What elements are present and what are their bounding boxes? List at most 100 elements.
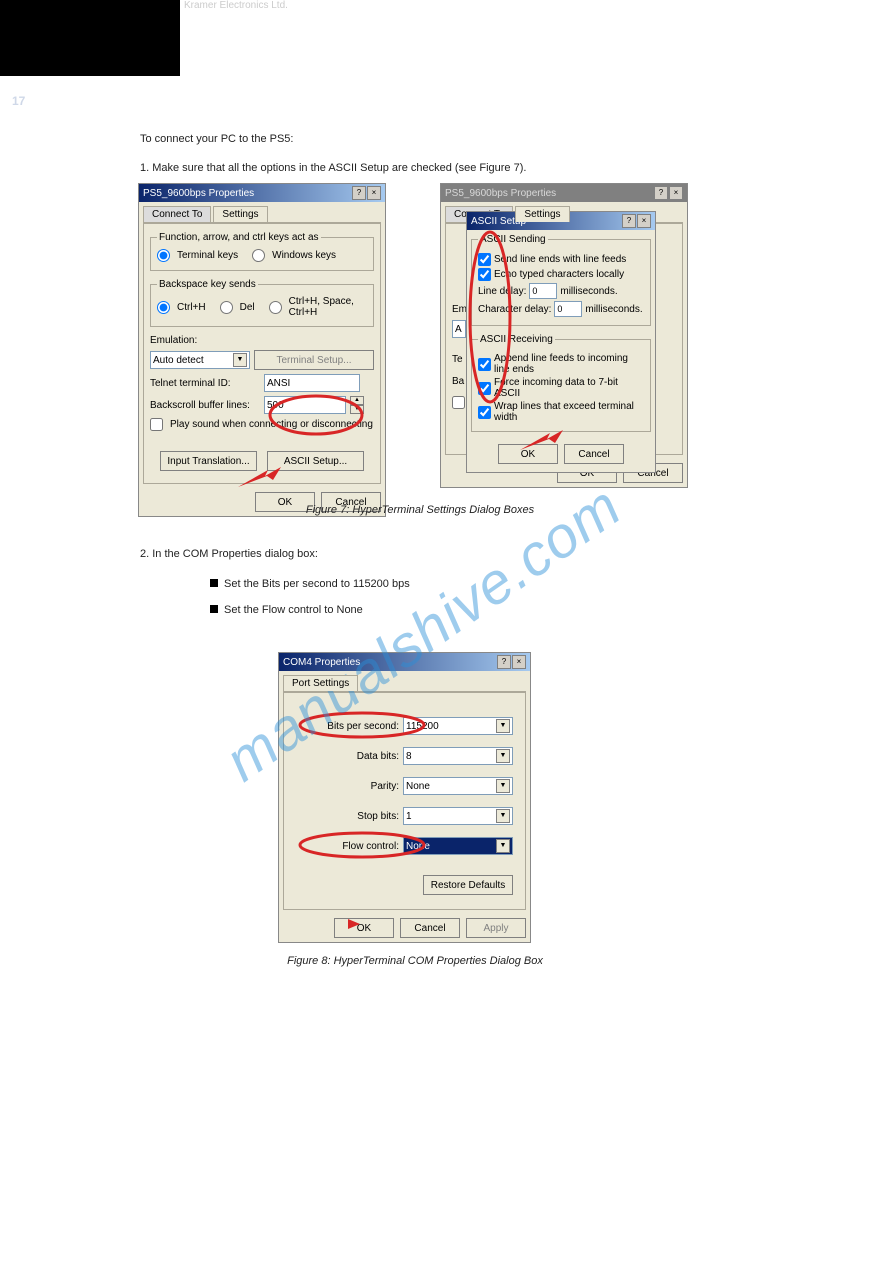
label-windows: Windows keys — [272, 250, 336, 261]
checkbox-echo[interactable] — [478, 268, 491, 281]
emulation-label: Em — [452, 304, 467, 315]
header-black-box — [0, 0, 180, 76]
note-text: Set the Bits per second to 115200 bps — [224, 578, 410, 590]
radio-windows-keys[interactable] — [252, 249, 265, 262]
telnet-label: Te — [452, 354, 463, 365]
label: Play sound when connecting or disconnect… — [170, 419, 373, 430]
char-delay-input[interactable]: 0 — [554, 301, 582, 317]
figure-8-caption: Figure 8: HyperTerminal COM Properties D… — [255, 955, 575, 967]
radio-del[interactable] — [220, 301, 233, 314]
dropdown-icon: ▼ — [496, 719, 510, 733]
dropdown-icon: ▼ — [496, 839, 510, 853]
ascii-setup-button[interactable]: ASCII Setup... — [267, 451, 364, 471]
emulation-label: Emulation: — [150, 335, 260, 346]
radio-ctrlh[interactable] — [157, 301, 170, 314]
step-2b: Set the Bits per second to 115200 bps — [210, 578, 510, 590]
unit: milliseconds. — [560, 286, 617, 297]
close-icon[interactable]: × — [512, 655, 526, 669]
legend: ASCII Sending — [478, 234, 548, 245]
dialog-com-properties: COM4 Properties ?× Port Settings Bits pe… — [278, 652, 531, 943]
label: Wrap lines that exceed terminal width — [494, 401, 644, 423]
legend: Function, arrow, and ctrl keys act as — [157, 232, 321, 243]
char-delay-label: Character delay: — [478, 304, 551, 315]
fieldset-ascii-sending: ASCII Sending Send line ends with line f… — [471, 234, 651, 326]
label: Force incoming data to 7-bit ASCII — [494, 377, 644, 399]
emulation-combo[interactable]: A — [452, 320, 466, 338]
combo-value: None — [406, 841, 430, 852]
combo-value: 8 — [406, 751, 412, 762]
line-delay-label: Line delay: — [478, 286, 526, 297]
terminal-setup-button: Terminal Setup... — [254, 350, 374, 370]
step-2a: 2. In the COM Properties dialog box: — [140, 548, 700, 560]
close-icon[interactable]: × — [669, 186, 683, 200]
checkbox-wrap-lines[interactable] — [478, 406, 491, 419]
fieldset-ascii-receiving: ASCII Receiving Append line feeds to inc… — [471, 334, 651, 432]
cancel-button[interactable]: Cancel — [400, 918, 460, 938]
fieldset-backspace: Backspace key sends Ctrl+H Del Ctrl+H, S… — [150, 279, 374, 327]
buffer-spinner[interactable]: ▲▼ — [350, 396, 364, 414]
restore-defaults-button[interactable]: Restore Defaults — [423, 875, 513, 895]
bits-combo[interactable]: 115200 ▼ — [403, 717, 513, 735]
label: Ctrl+H — [177, 302, 206, 313]
ok-button[interactable]: OK — [498, 444, 558, 464]
checkbox-play-sound[interactable] — [452, 396, 465, 409]
label: Send line ends with line feeds — [494, 254, 626, 265]
bits-label: Bits per second: — [319, 721, 399, 732]
titlebar: PS5_9600bps Properties ?× — [441, 184, 687, 202]
dialog-properties-left: PS5_9600bps Properties ? × Connect To Se… — [138, 183, 386, 517]
label-terminal: Terminal keys — [177, 250, 238, 261]
dropdown-icon: ▼ — [233, 353, 247, 367]
dropdown-icon: ▼ — [496, 779, 510, 793]
dialog-properties-right: PS5_9600bps Properties ?× Connect To Set… — [440, 183, 688, 488]
checkbox-append-lf[interactable] — [478, 358, 491, 371]
tab-port-settings[interactable]: Port Settings — [283, 675, 358, 691]
parity-label: Parity: — [319, 781, 399, 792]
fieldset-function-keys: Function, arrow, and ctrl keys act as Te… — [150, 232, 374, 271]
apply-button: Apply — [466, 918, 526, 938]
tab-settings[interactable]: Settings — [515, 206, 569, 222]
buffer-input[interactable]: 500 — [264, 396, 346, 414]
radio-ctrlh-space[interactable] — [269, 301, 282, 314]
close-icon[interactable]: × — [367, 186, 381, 200]
help-icon[interactable]: ? — [352, 186, 366, 200]
emulation-combo[interactable]: Auto detect ▼ — [150, 351, 250, 369]
checkbox-play-sound[interactable] — [150, 418, 163, 431]
note-text: Set the Flow control to None — [224, 604, 363, 616]
title-text: PS5_9600bps Properties — [143, 188, 254, 199]
dropdown-icon: ▼ — [496, 809, 510, 823]
buffer-label: Backscroll buffer lines: — [150, 400, 260, 411]
ok-button[interactable]: OK — [334, 918, 394, 938]
tab-settings[interactable]: Settings — [213, 206, 267, 222]
intro-line: To connect your PC to the PS5: — [140, 133, 293, 145]
parity-combo[interactable]: None ▼ — [403, 777, 513, 795]
checkbox-force-7bit[interactable] — [478, 382, 491, 395]
telnet-label: Telnet terminal ID: — [150, 378, 260, 389]
help-icon[interactable]: ? — [654, 186, 668, 200]
page-number: 17 — [12, 94, 25, 108]
legend: ASCII Receiving — [478, 334, 555, 345]
flow-combo[interactable]: None ▼ — [403, 837, 513, 855]
label: Append line feeds to incoming line ends — [494, 353, 644, 375]
tab-connect-to[interactable]: Connect To — [143, 206, 211, 222]
combo-value: 115200 — [406, 721, 439, 732]
header-text: Kramer Electronics Ltd. — [184, 0, 288, 11]
input-translation-button[interactable]: Input Translation... — [160, 451, 257, 471]
line-delay-input[interactable]: 0 — [529, 283, 557, 299]
unit: milliseconds. — [585, 304, 642, 315]
label: Ctrl+H, Space, Ctrl+H — [289, 296, 357, 318]
help-icon[interactable]: ? — [622, 214, 636, 228]
help-icon[interactable]: ? — [497, 655, 511, 669]
telnet-input[interactable]: ANSI — [264, 374, 360, 392]
legend: Backspace key sends — [157, 279, 258, 290]
data-combo[interactable]: 8▼ — [403, 747, 513, 765]
radio-terminal-keys[interactable] — [157, 249, 170, 262]
combo-value: None — [406, 781, 430, 792]
ascii-setup-dialog: ASCII Setup ?× ASCII Sending Send line e… — [466, 211, 656, 473]
stop-combo[interactable]: 1▼ — [403, 807, 513, 825]
checkbox-send-line-ends[interactable] — [478, 253, 491, 266]
cancel-button[interactable]: Cancel — [564, 444, 624, 464]
combo-value: Auto detect — [153, 355, 204, 366]
data-label: Data bits: — [319, 751, 399, 762]
close-icon[interactable]: × — [637, 214, 651, 228]
dropdown-icon: ▼ — [496, 749, 510, 763]
